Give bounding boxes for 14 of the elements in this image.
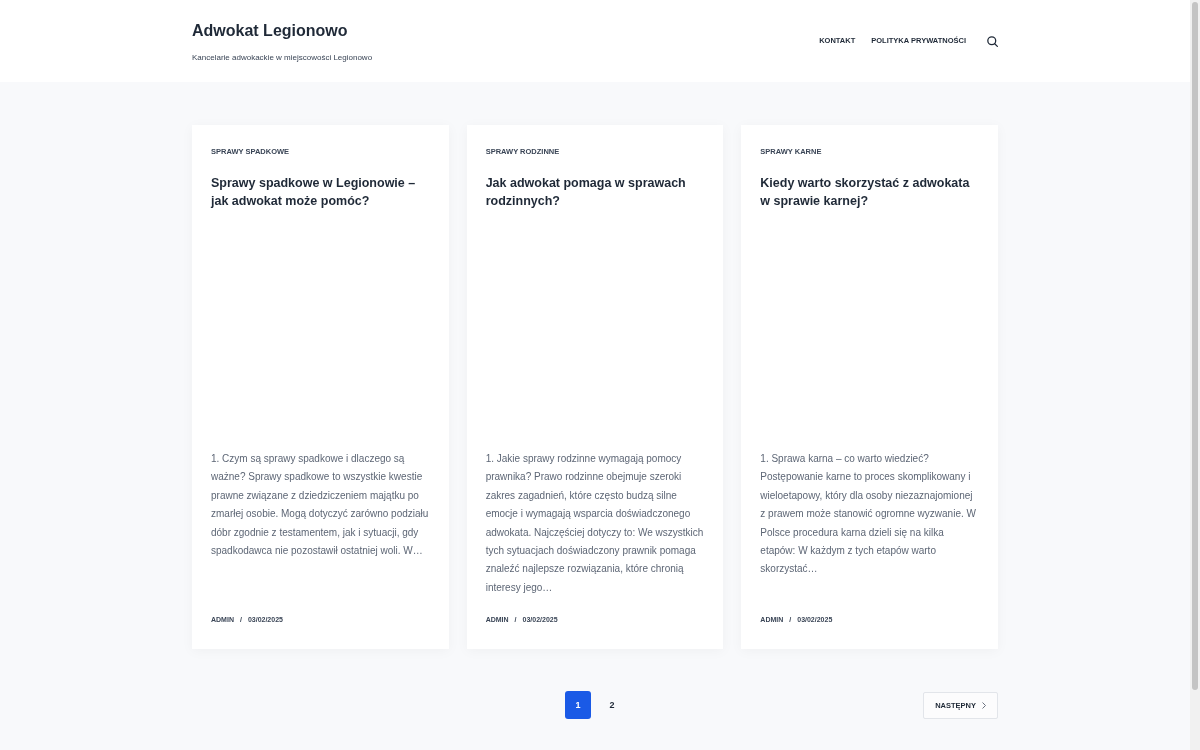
post-title[interactable]: Sprawy spadkowe w Legionowie – jak adwokat może pomóc? [211, 174, 430, 210]
site-tagline: Kancelarie adwokackie w miejscowości Legionowo [192, 52, 373, 63]
post-excerpt: 1. Jakie sprawy rodzinne wymagają pomocy prawnika? Prawo rodzinne obejmuje szeroki zakres zagadnień, które często budzą silne emocje i wymagają wsparcia doświadczonego adwokata. Najczęściej dotyczy to: We wszystkich tych sytuacjach doświadczony prawnik pomaga znaleźć najlepsze rozwiązania, które chronią interesy jego… [485, 452, 705, 595]
page-button[interactable]: 2 [599, 691, 625, 720]
post-title[interactable]: Jak adwokat pomaga w sprawach rodzinnych? [485, 174, 705, 210]
search-icon[interactable] [987, 35, 998, 47]
scrollbar-thumb[interactable] [1192, 2, 1198, 690]
post-excerpt: 1. Czym są sprawy spadkowe i dlaczego są ważne? Sprawy spadkowe to wszystkie kwestie prawne związane z dziedziczeniem majątku po zmarłej osobie. Mogą dotyczyć zarówno podziału dóbr zgodnie z testamentem, jak i sytuacji, gdy spadkodawca nie pozostawił ostatniej woli. W… [211, 452, 430, 559]
page-button[interactable]: 1 [565, 691, 591, 720]
post-title[interactable]: Kiedy warto skorzystać z adwokata w sprawie karnej? [760, 174, 979, 210]
site-title[interactable]: Adwokat Legionowo [192, 19, 348, 42]
scrollbar[interactable] [1190, 0, 1200, 750]
post-excerpt: 1. Sprawa karna – co warto wiedzieć? Postępowanie karne to proces skomplikowany i wieloetapowy, który dla osoby niezaznajomionej z prawem może stanowić ogromne wyzwanie. W Polsce procedura karna dzieli się na kilka etapów: W każdym z tych etapów warto skorzystać… [760, 452, 977, 577]
chevron-right-icon [982, 701, 986, 709]
